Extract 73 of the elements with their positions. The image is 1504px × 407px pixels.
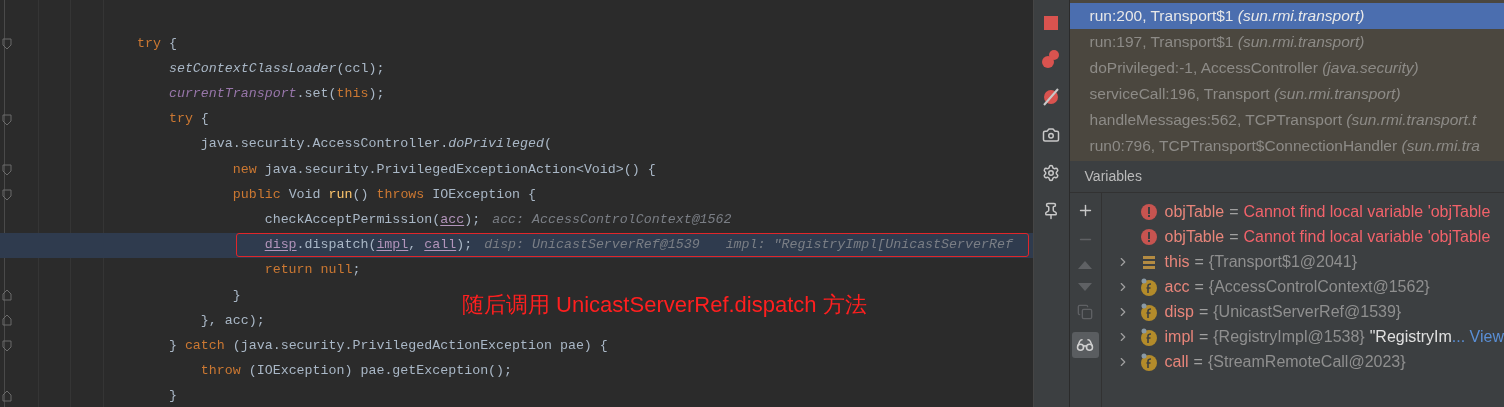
stack-frame-item[interactable]: run:197, Transport$1 (sun.rmi.transport) [1069, 29, 1504, 55]
fold-icon[interactable] [2, 38, 12, 50]
stack-frame-item[interactable]: run0:796, TCPTransport$ConnectionHandler (sun.rmi.tra [1069, 133, 1504, 159]
variable-value: Cannot find local variable 'objTable [1243, 226, 1491, 247]
variable-value: {AccessControlContext@1562} [1208, 276, 1430, 297]
stack-frame-item[interactable]: doPrivileged:-1, AccessController (java.security) [1069, 55, 1504, 81]
code-line: currentTransport.set(this); [168, 85, 385, 103]
mute-breakpoints-icon[interactable] [1042, 88, 1061, 106]
equals-sign: = [1229, 226, 1239, 247]
equals-sign: = [1198, 301, 1209, 322]
code-line: new java.security.PrivilegedExceptionAction<Void>() { [232, 160, 656, 179]
stop-button[interactable] [1044, 16, 1059, 30]
variable-value: {Transport$1@2041} [1208, 251, 1357, 272]
code-line: return null; [264, 261, 361, 280]
code-line: } catch (java.security.PrivilegedActionException pae) { [168, 336, 608, 355]
variable-value: {UnicastServerRef@1539} [1213, 301, 1402, 322]
fold-icon[interactable] [2, 389, 12, 402]
fold-icon[interactable] [2, 113, 12, 126]
fold-icon[interactable] [2, 163, 12, 176]
annotation-text: 随后调用 UnicastServerRef.dispatch 方法 [462, 291, 867, 319]
variable-name: call [1164, 351, 1189, 372]
stack-frame-item[interactable]: handleMessages:562, TCPTransport (sun.rmi.transport.t [1069, 107, 1504, 133]
watches-button[interactable] [1071, 332, 1099, 358]
field-icon [1139, 302, 1158, 321]
variable-value: {StreamRemoteCall@2023} [1207, 351, 1406, 372]
fold-icon[interactable] [2, 340, 12, 353]
equals-sign: = [1194, 251, 1204, 272]
error-icon [1140, 228, 1157, 245]
variable-name: objTable [1164, 201, 1225, 222]
variable-name: acc [1164, 276, 1190, 297]
camera-icon[interactable] [1042, 126, 1061, 144]
code-line: try { [168, 110, 209, 129]
equals-sign: = [1229, 201, 1239, 222]
panel-title: Variables [1084, 167, 1142, 186]
field-icon [1139, 327, 1158, 346]
code-line: } [232, 286, 241, 305]
breakpoints-icon[interactable] [1042, 50, 1061, 68]
code-line: java.security.AccessController.doPrivileged( [200, 135, 552, 154]
fold-icon[interactable] [2, 288, 12, 301]
code-line: } [168, 387, 177, 406]
up-icon[interactable] [1078, 260, 1093, 270]
variable-name: impl [1164, 326, 1194, 347]
stack-icon [1140, 253, 1157, 270]
variable-name: objTable [1164, 226, 1225, 247]
variable-name: this [1164, 251, 1190, 272]
variable-value: {RegistryImpl@1538} [1213, 326, 1365, 347]
copy-icon[interactable] [1077, 304, 1094, 320]
code-line: try { [137, 34, 177, 53]
equals-sign: = [1198, 326, 1209, 347]
string-value: "RegistryIm [1369, 326, 1452, 347]
code-line: throw (IOException) pae.getException(); [200, 362, 513, 381]
inline-value-hint: impl: "RegistryImpl[UnicastServerRef [725, 236, 1013, 255]
code-line: setContextClassLoader(ccl); [168, 59, 385, 78]
fold-icon[interactable] [2, 314, 12, 327]
glasses-icon [1076, 336, 1095, 354]
code-line: }, acc); [200, 311, 265, 330]
settings-icon[interactable] [1042, 164, 1061, 182]
inline-value-hint: acc: AccessControlContext@1562 [492, 210, 732, 229]
view-link[interactable]: ... View [1451, 324, 1504, 349]
variable-name: disp [1164, 301, 1194, 322]
stack-frame-item[interactable]: serviceCall:196, Transport (sun.rmi.transport) [1069, 81, 1504, 107]
code-line: checkAcceptPermission(acc); acc: AccessControlContext@1562 [264, 207, 732, 232]
variable-value: Cannot find local variable 'objTable [1243, 201, 1491, 222]
field-icon [1139, 277, 1158, 296]
down-icon[interactable] [1078, 282, 1093, 292]
field-icon [1139, 352, 1158, 371]
equals-sign: = [1193, 351, 1203, 372]
code-line: public Void run() throws IOException { [232, 185, 537, 204]
inline-value-hint: disp: UnicastServerRef@1539 [484, 236, 700, 255]
error-icon [1140, 203, 1157, 220]
stack-frame-item[interactable]: run:200, Transport$1 (sun.rmi.transport) [1069, 3, 1504, 29]
fold-icon[interactable] [2, 189, 12, 202]
equals-sign: = [1194, 276, 1204, 297]
